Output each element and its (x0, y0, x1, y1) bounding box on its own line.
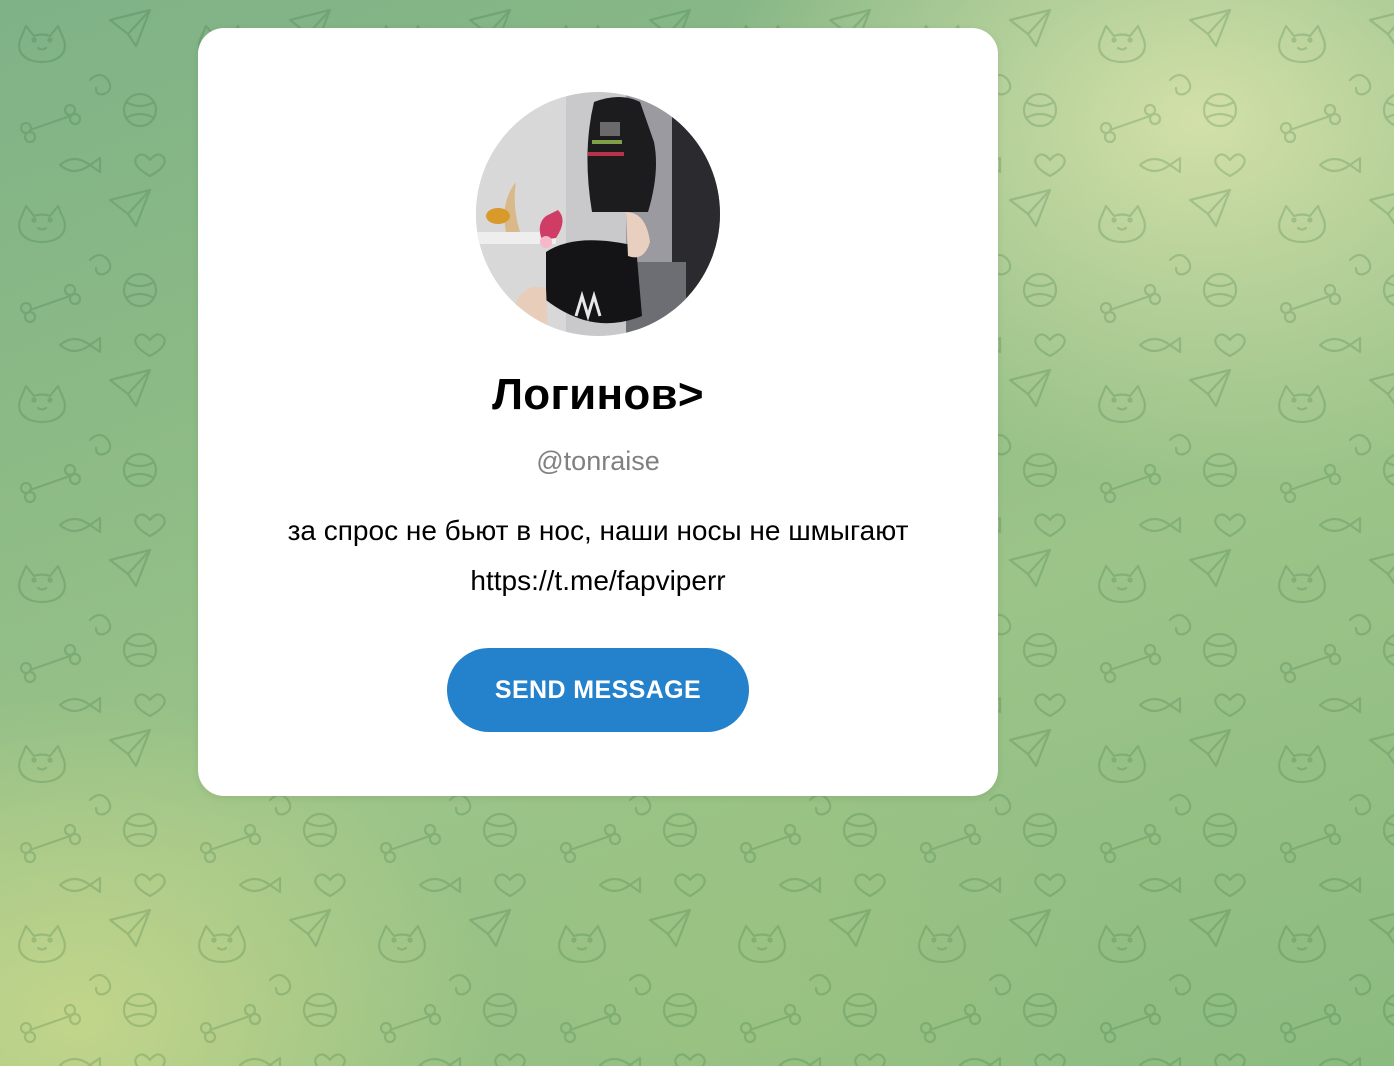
send-message-button[interactable]: SEND MESSAGE (447, 648, 749, 732)
profile-username: @tonraise (536, 446, 660, 476)
profile-card: Логинов> @tonraise за спрос не бьют в но… (198, 28, 998, 796)
bio-link[interactable]: https://t.me/fapviperr (198, 556, 998, 606)
profile-avatar (476, 92, 720, 336)
profile-name: Логинов> (492, 370, 704, 419)
profile-bio: за спрос не бьют в нос, наши носы не шмы… (198, 506, 998, 606)
bio-text: за спрос не бьют в нос, наши носы не шмы… (287, 515, 909, 546)
avatar-photo (476, 92, 720, 336)
